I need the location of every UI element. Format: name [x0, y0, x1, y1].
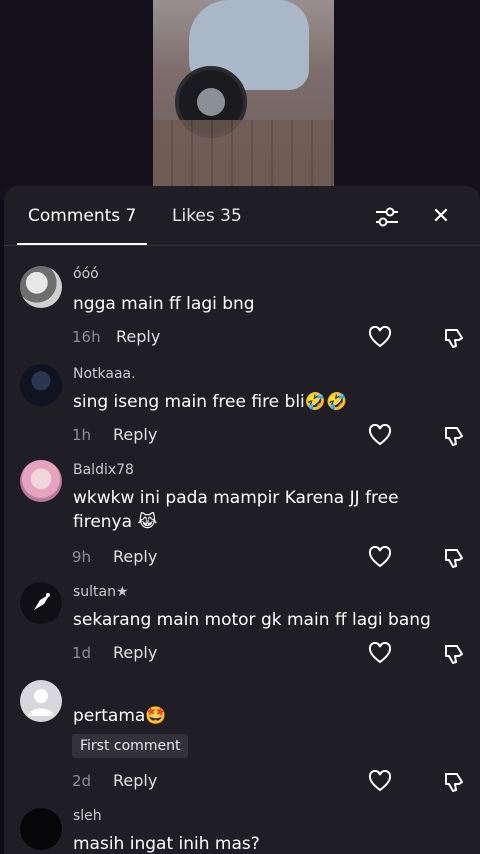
comment-text: masih ingat inih mas? — [73, 834, 260, 854]
dislike-icon[interactable] — [442, 546, 466, 570]
avatar[interactable] — [20, 364, 62, 406]
avatar[interactable] — [20, 460, 62, 502]
reply-button[interactable]: Reply — [116, 327, 160, 346]
comment-text: wkwkw ini pada mampir Karena JJ free fir… — [73, 488, 399, 532]
comment-time: 1h — [72, 426, 92, 444]
heart-icon[interactable] — [368, 326, 392, 348]
comment-time: 9h — [72, 548, 92, 566]
comment-time: 2d — [72, 772, 92, 790]
comment-time: 1d — [72, 644, 92, 662]
tab-likes[interactable]: Likes 35 — [172, 206, 242, 226]
reply-button[interactable]: Reply — [113, 643, 157, 662]
comment-username[interactable]: sleh — [73, 808, 102, 824]
tab-bar: Comments 7 Likes 35 ✕ — [4, 186, 480, 246]
dislike-icon[interactable] — [442, 770, 466, 794]
video-preview[interactable] — [153, 0, 334, 186]
star-logo-icon — [34, 593, 50, 610]
close-icon[interactable]: ✕ — [430, 206, 452, 228]
first-comment-badge: First comment — [72, 734, 189, 758]
default-avatar-icon — [28, 689, 54, 716]
comment-username[interactable]: Notkaaa. — [73, 366, 136, 382]
heart-icon[interactable] — [368, 424, 392, 446]
dislike-icon[interactable] — [442, 326, 466, 350]
comment-time: 16h — [72, 328, 101, 346]
comment-username[interactable]: óóó — [73, 266, 99, 282]
avatar[interactable] — [20, 808, 62, 850]
comment-text: ngga main ff lagi bng — [73, 294, 255, 314]
tab-comments[interactable]: Comments 7 — [28, 206, 136, 226]
avatar[interactable] — [20, 266, 62, 308]
comment-username[interactable]: sultan★ — [73, 584, 129, 600]
comment-text: sekarang main motor gk main ff lagi bang — [73, 610, 431, 630]
dislike-icon[interactable] — [442, 424, 466, 448]
reply-button[interactable]: Reply — [113, 547, 157, 566]
avatar[interactable] — [20, 680, 62, 722]
heart-icon[interactable] — [368, 642, 392, 664]
comments-sheet: Comments 7 Likes 35 ✕ óóó ngga main ff l… — [4, 186, 480, 854]
reply-button[interactable]: Reply — [113, 425, 157, 444]
pavement-image — [153, 120, 334, 186]
comment-text: sing iseng main free fire bli🤣🤣 — [73, 392, 348, 412]
filter-icon[interactable] — [374, 206, 400, 228]
dislike-icon[interactable] — [442, 642, 466, 666]
comment-text: pertama🤩 — [73, 706, 167, 726]
comment-username[interactable]: Baldix78 — [73, 462, 134, 478]
divider — [4, 245, 480, 246]
avatar[interactable] — [20, 582, 62, 624]
heart-icon[interactable] — [368, 770, 392, 792]
reply-button[interactable]: Reply — [113, 771, 157, 790]
heart-icon[interactable] — [368, 546, 392, 568]
